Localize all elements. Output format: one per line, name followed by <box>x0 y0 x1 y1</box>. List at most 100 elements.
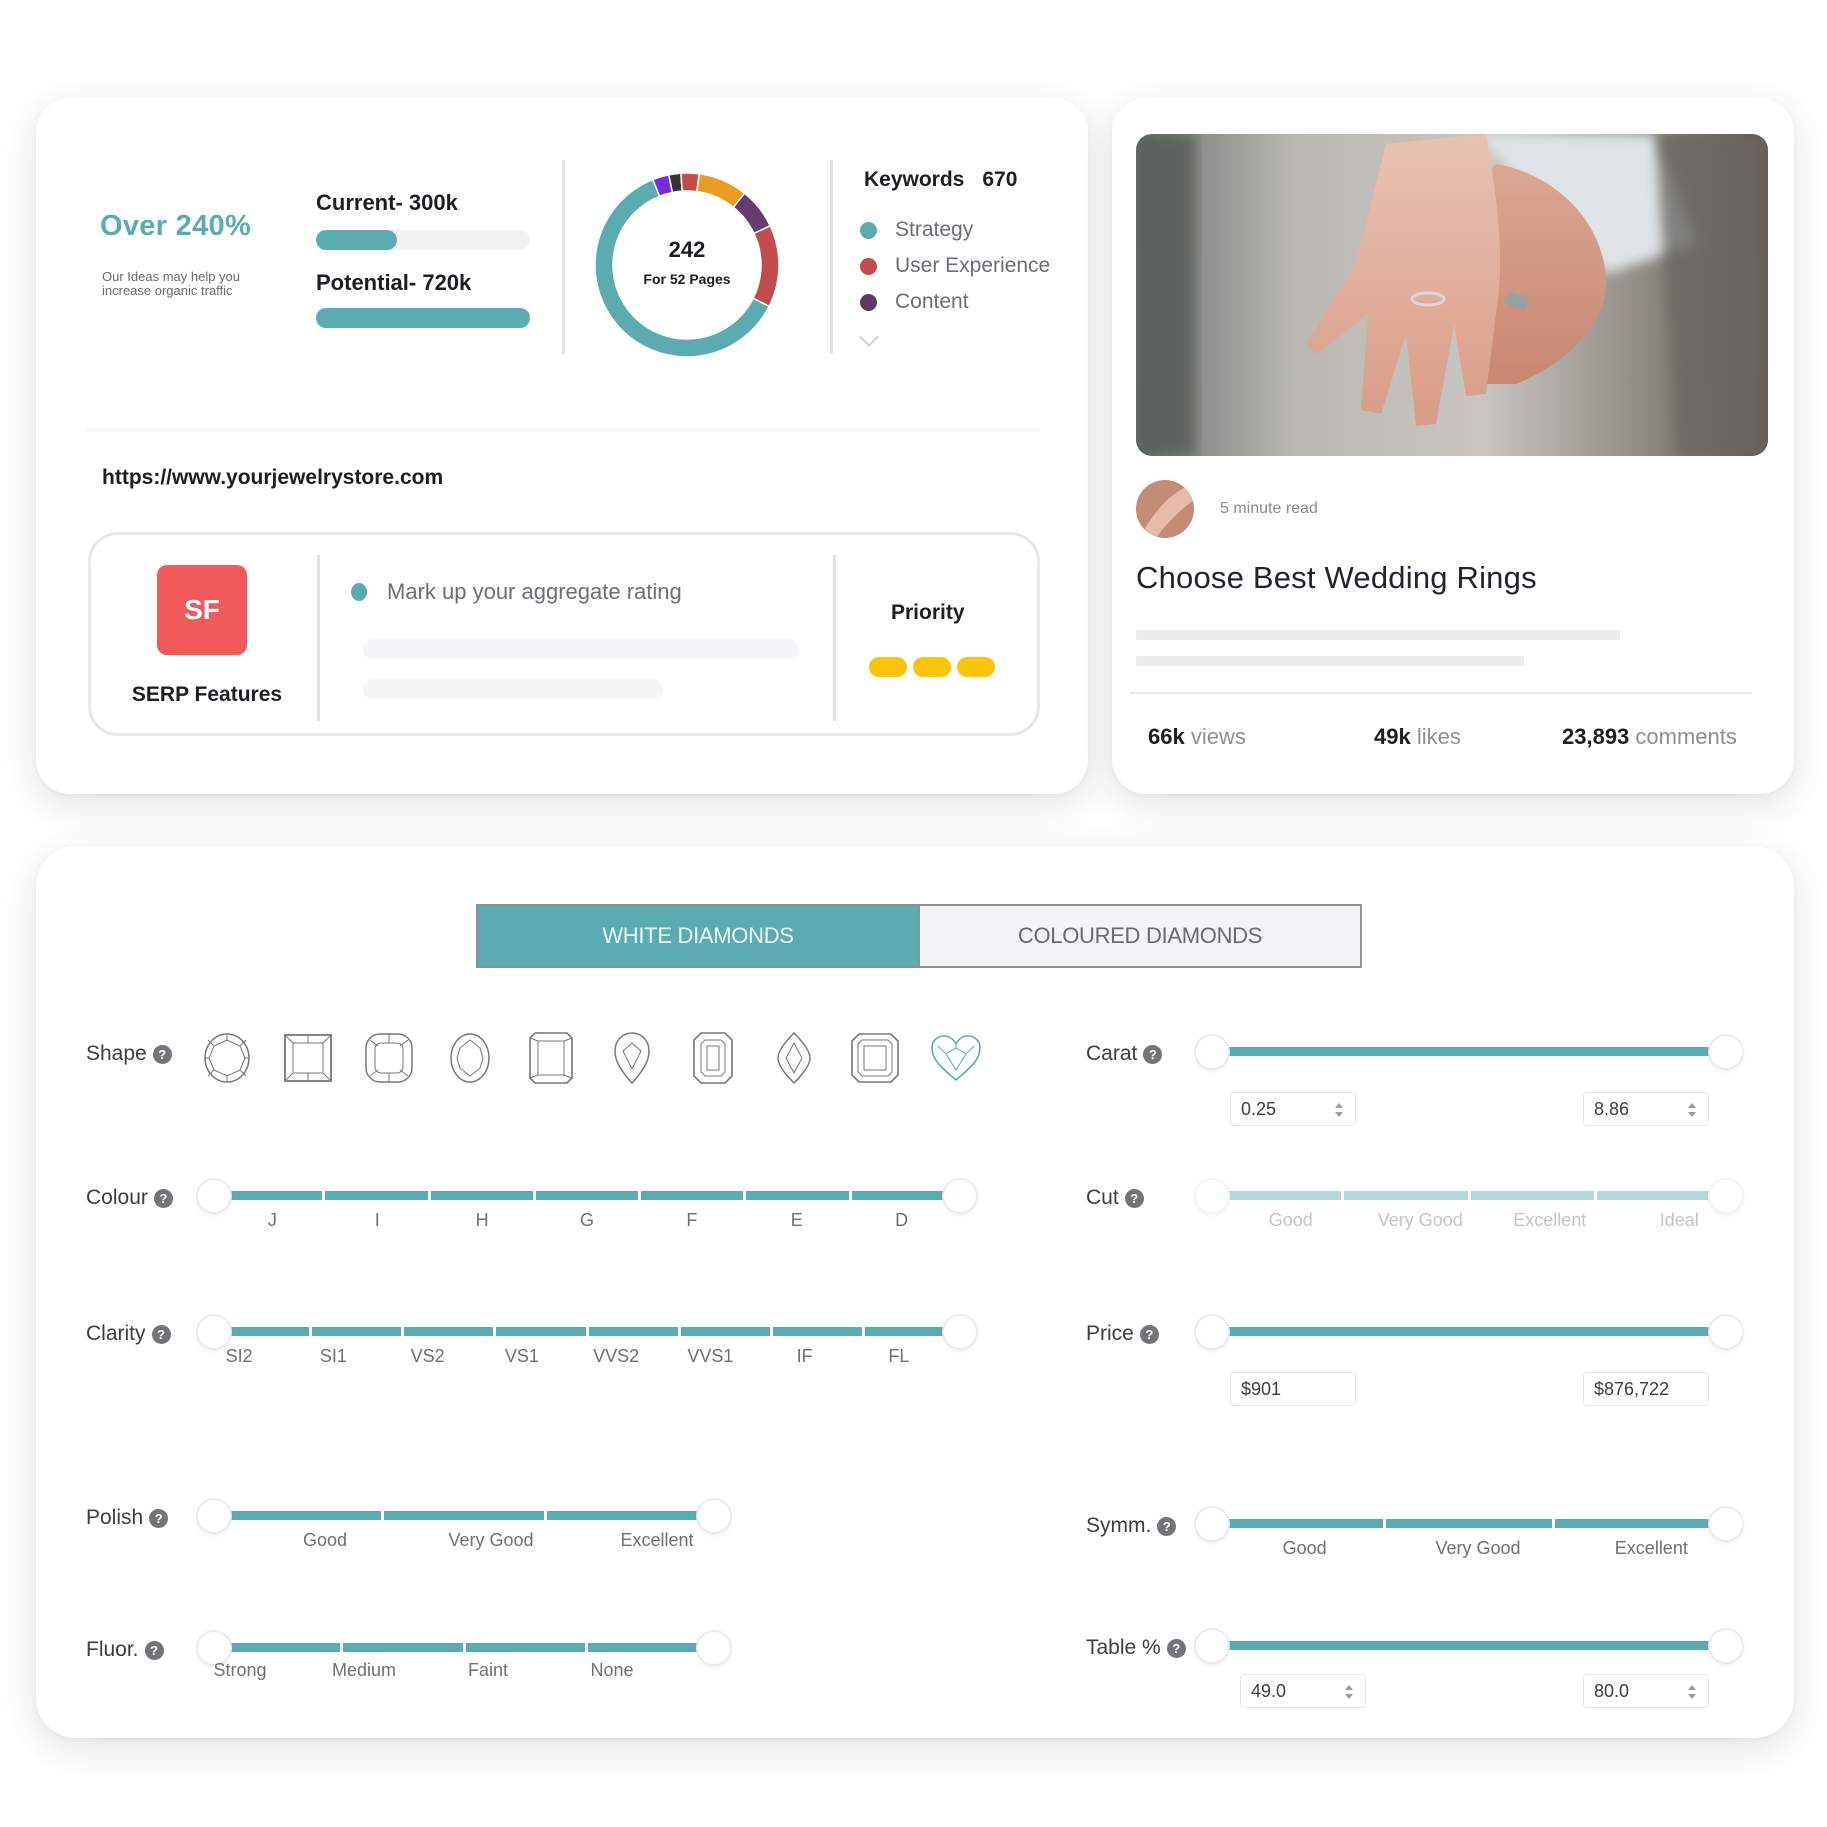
tick-label[interactable]: Very Good <box>408 1530 574 1551</box>
help-icon[interactable]: ? <box>149 1508 169 1528</box>
shape-asscher-icon[interactable] <box>834 1030 915 1086</box>
tick-label[interactable]: Ideal <box>1615 1210 1745 1231</box>
slider-segment[interactable] <box>220 1643 340 1652</box>
tick-label[interactable]: G <box>535 1210 640 1231</box>
tick-label[interactable]: E <box>744 1210 849 1231</box>
slider-track[interactable] <box>220 1327 954 1336</box>
slider-segment[interactable] <box>342 1643 463 1652</box>
slider-segment[interactable] <box>547 1511 709 1520</box>
tick-label[interactable]: VVS1 <box>663 1346 757 1367</box>
slider-min-handle[interactable] <box>1194 1178 1230 1214</box>
shape-marquise-icon[interactable] <box>753 1030 834 1086</box>
tick-label[interactable]: Very Good <box>1356 1210 1486 1231</box>
chevron-down-icon[interactable] <box>859 327 879 347</box>
shape-oval-icon[interactable] <box>429 1030 510 1086</box>
tick-label[interactable]: IF <box>758 1346 852 1367</box>
slider-track[interactable] <box>220 1191 954 1200</box>
slider-min-handle[interactable] <box>196 1314 232 1350</box>
slider-max-handle[interactable] <box>1708 1506 1744 1542</box>
carat-range-slider[interactable] <box>1194 1028 1744 1076</box>
shape-heart-icon[interactable] <box>915 1030 996 1086</box>
slider-min-handle[interactable] <box>1194 1628 1230 1664</box>
slider-track[interactable] <box>1218 1641 1720 1650</box>
slider-segment[interactable] <box>588 1643 708 1652</box>
slider-max-handle[interactable] <box>1708 1178 1744 1214</box>
tick-label[interactable]: VVS2 <box>569 1346 663 1367</box>
tick-label[interactable]: I <box>325 1210 430 1231</box>
tick-label[interactable]: Good <box>1226 1210 1356 1231</box>
slider-segment[interactable] <box>465 1643 586 1652</box>
tick-label[interactable]: SI1 <box>286 1346 380 1367</box>
price-min-input[interactable]: $901 <box>1230 1372 1356 1406</box>
help-icon[interactable]: ? <box>1124 1188 1144 1208</box>
slider-segment[interactable] <box>1386 1519 1552 1528</box>
slider-segment[interactable] <box>1218 1641 1720 1650</box>
help-icon[interactable]: ? <box>1166 1638 1186 1658</box>
slider-segment[interactable] <box>1596 1191 1720 1200</box>
legend-item-user-experience[interactable]: User Experience <box>860 248 1050 284</box>
slider-min-handle[interactable] <box>1194 1506 1230 1542</box>
slider-segment[interactable] <box>220 1191 323 1200</box>
slider-segment[interactable] <box>864 1327 954 1336</box>
slider-segment[interactable] <box>680 1327 770 1336</box>
help-icon[interactable]: ? <box>1157 1516 1177 1536</box>
tick-label[interactable]: SI2 <box>192 1346 286 1367</box>
shape-round-icon[interactable] <box>186 1030 267 1086</box>
stepper-icon[interactable] <box>1345 1683 1353 1701</box>
slider-track[interactable] <box>1218 1191 1720 1200</box>
slider-segment[interactable] <box>220 1327 310 1336</box>
tick-label[interactable]: VS1 <box>475 1346 569 1367</box>
slider-max-handle[interactable] <box>1708 1034 1744 1070</box>
tick-label[interactable]: H <box>430 1210 535 1231</box>
tick-label[interactable]: F <box>639 1210 744 1231</box>
slider-segment[interactable] <box>404 1327 494 1336</box>
slider-track[interactable] <box>1218 1519 1720 1528</box>
help-icon[interactable]: ? <box>1139 1324 1159 1344</box>
slider-max-handle[interactable] <box>942 1314 978 1350</box>
slider-segment[interactable] <box>1218 1519 1384 1528</box>
tick-label[interactable]: Very Good <box>1391 1538 1564 1559</box>
slider-max-handle[interactable] <box>942 1178 978 1214</box>
tick-label[interactable]: None <box>550 1660 674 1681</box>
legend-item-content[interactable]: Content <box>860 284 1050 320</box>
slider-segment[interactable] <box>383 1511 545 1520</box>
carat-min-input[interactable]: 0.25 <box>1230 1092 1356 1126</box>
stepper-icon[interactable] <box>1688 1683 1696 1701</box>
price-range-slider[interactable] <box>1194 1308 1744 1356</box>
slider-segment[interactable] <box>325 1191 428 1200</box>
help-icon[interactable]: ? <box>152 1044 172 1064</box>
tick-label[interactable]: Excellent <box>1565 1538 1738 1559</box>
slider-segment[interactable] <box>1470 1191 1594 1200</box>
legend-item-strategy[interactable]: Strategy <box>860 212 1050 248</box>
slider-segment[interactable] <box>851 1191 954 1200</box>
slider-track[interactable] <box>220 1511 709 1520</box>
table-min-input[interactable]: 49.0 <box>1240 1674 1366 1708</box>
carat-max-input[interactable]: 8.86 <box>1583 1092 1709 1126</box>
slider-segment[interactable] <box>641 1191 744 1200</box>
slider-min-handle[interactable] <box>196 1498 232 1534</box>
slider-segment[interactable] <box>535 1191 639 1200</box>
slider-segment[interactable] <box>312 1327 402 1336</box>
tick-label[interactable]: Faint <box>426 1660 550 1681</box>
slider-min-handle[interactable] <box>196 1178 232 1214</box>
slider-min-handle[interactable] <box>1194 1034 1230 1070</box>
tick-label[interactable]: D <box>849 1210 954 1231</box>
slider-segment[interactable] <box>1554 1519 1720 1528</box>
author-avatar[interactable] <box>1136 480 1194 538</box>
slider-segment[interactable] <box>220 1511 381 1520</box>
slider-max-handle[interactable] <box>696 1630 732 1666</box>
slider-track[interactable] <box>1218 1327 1720 1336</box>
slider-max-handle[interactable] <box>696 1498 732 1534</box>
tick-label[interactable]: Excellent <box>1485 1210 1615 1231</box>
stepper-icon[interactable] <box>1335 1101 1343 1119</box>
slider-segment[interactable] <box>772 1327 862 1336</box>
slider-segment[interactable] <box>430 1191 533 1200</box>
slider-max-handle[interactable] <box>1708 1314 1744 1350</box>
slider-max-handle[interactable] <box>1708 1628 1744 1664</box>
blog-post-card[interactable]: 5 minute read Choose Best Wedding Rings … <box>1112 98 1794 794</box>
shape-emerald-icon[interactable] <box>672 1030 753 1086</box>
slider-segment[interactable] <box>1218 1327 1720 1336</box>
tick-label[interactable]: Excellent <box>574 1530 740 1551</box>
slider-segment[interactable] <box>1218 1047 1720 1056</box>
shape-princess-icon[interactable] <box>267 1030 348 1086</box>
